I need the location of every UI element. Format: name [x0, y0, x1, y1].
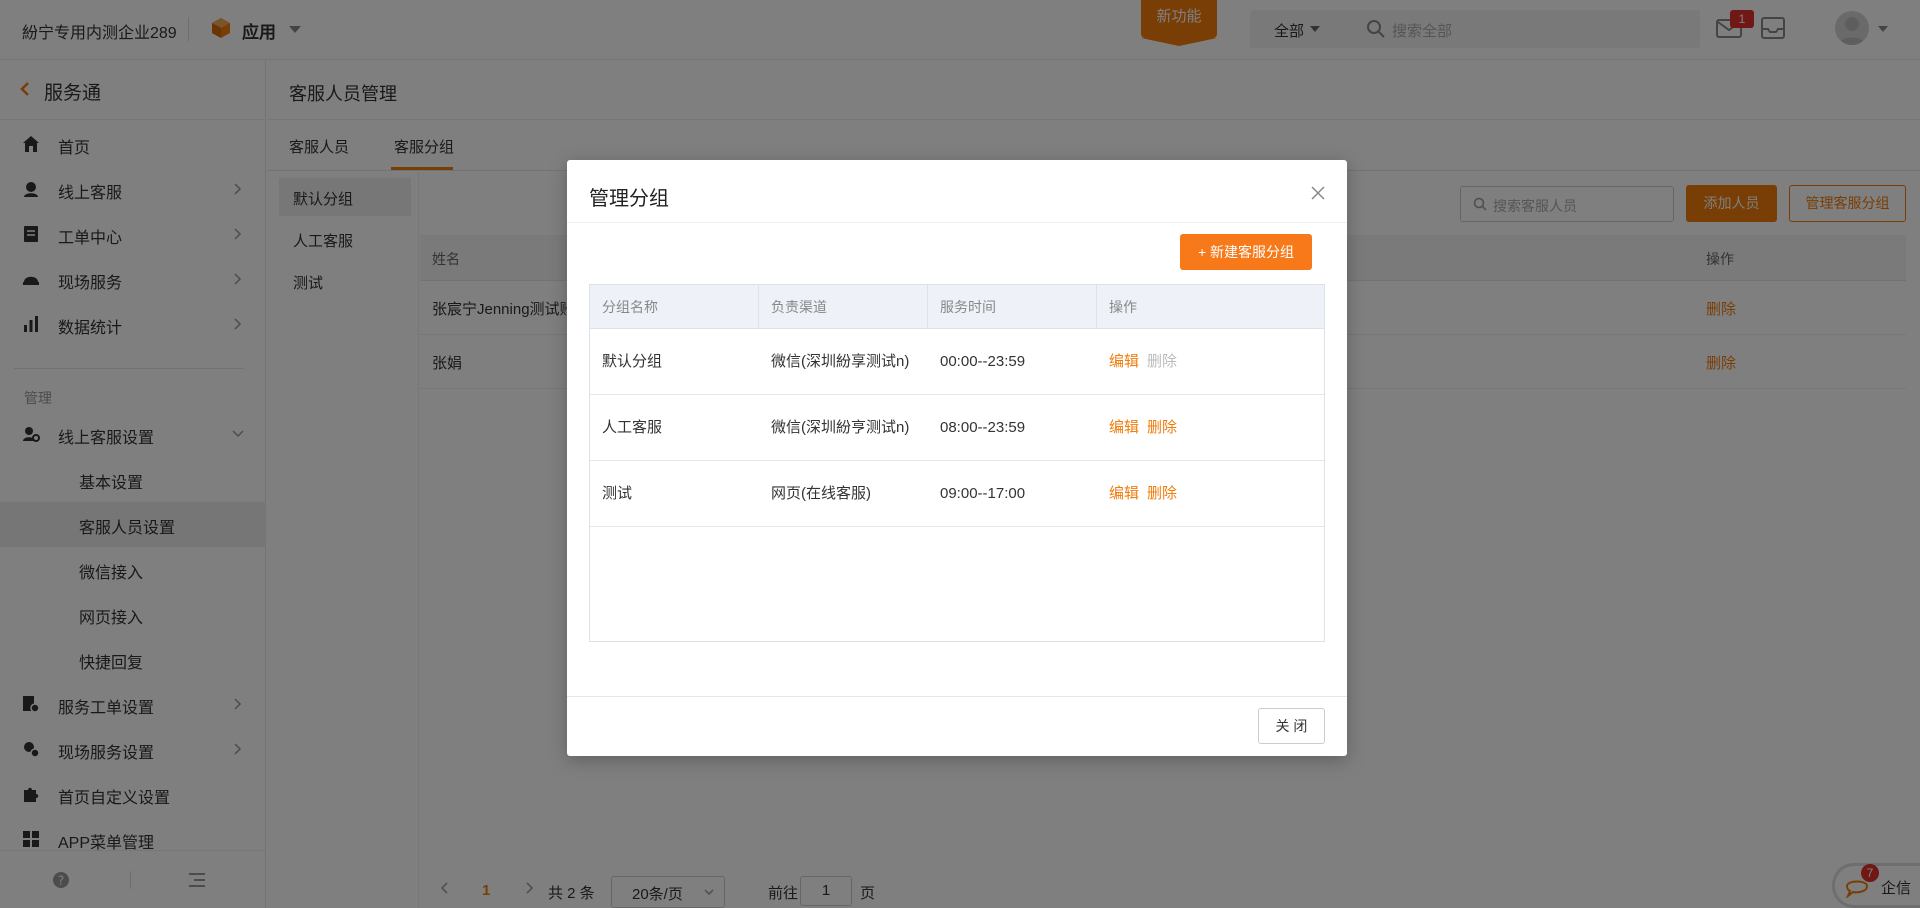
- group-channel: 微信(深圳紛亨测试n): [771, 419, 910, 436]
- edit-link[interactable]: 编辑: [1109, 419, 1139, 436]
- group-name: 测试: [602, 485, 633, 502]
- edit-link[interactable]: 编辑: [1109, 485, 1139, 502]
- delete-link[interactable]: 删除: [1147, 419, 1177, 436]
- table-header: 分组名称 负责渠道 服务时间 操作: [590, 285, 1324, 329]
- group-service-time: 00:00--23:59: [940, 353, 1026, 370]
- column-header-actions: 操作: [1109, 299, 1137, 315]
- group-name: 人工客服: [602, 419, 663, 436]
- new-group-button[interactable]: + 新建客服分组: [1180, 234, 1312, 270]
- groups-table: 分组名称 负责渠道 服务时间 操作 默认分组 微信(深圳紛享测试n) 00:00…: [589, 284, 1325, 642]
- row-actions: 编辑 删除: [1097, 395, 1177, 461]
- dialog-title: 管理分组: [589, 188, 669, 210]
- delete-link: 删除: [1147, 353, 1178, 370]
- row-actions: 编辑 删除: [1097, 461, 1177, 527]
- table-row: 测试 网页(在线客服) 09:00--17:00 编辑 删除: [590, 461, 1324, 527]
- group-name: 默认分组: [602, 353, 663, 370]
- divider: [567, 222, 1347, 223]
- group-channel: 网页(在线客服): [771, 485, 871, 502]
- edit-link[interactable]: 编辑: [1109, 353, 1139, 370]
- delete-link[interactable]: 删除: [1147, 485, 1177, 502]
- group-channel: 微信(深圳紛享测试n): [771, 353, 910, 370]
- row-actions: 编辑 删除: [1097, 329, 1177, 395]
- close-button[interactable]: 关 闭: [1258, 708, 1325, 744]
- table-row: 默认分组 微信(深圳紛享测试n) 00:00--23:59 编辑 删除: [590, 329, 1324, 395]
- group-service-time: 08:00--23:59: [940, 419, 1026, 436]
- divider: [567, 696, 1347, 697]
- close-icon[interactable]: [1311, 186, 1325, 200]
- column-header-channel: 负责渠道: [759, 285, 928, 329]
- group-service-time: 09:00--17:00: [940, 485, 1026, 502]
- table-row: 人工客服 微信(深圳紛亨测试n) 08:00--23:59 编辑 删除: [590, 395, 1324, 461]
- column-header-group-name: 分组名称: [590, 285, 759, 329]
- column-header-service-time: 服务时间: [928, 285, 1097, 329]
- manage-groups-dialog: 管理分组 + 新建客服分组 分组名称 负责渠道 服务时间 操作 默认分组 微信(…: [567, 160, 1347, 756]
